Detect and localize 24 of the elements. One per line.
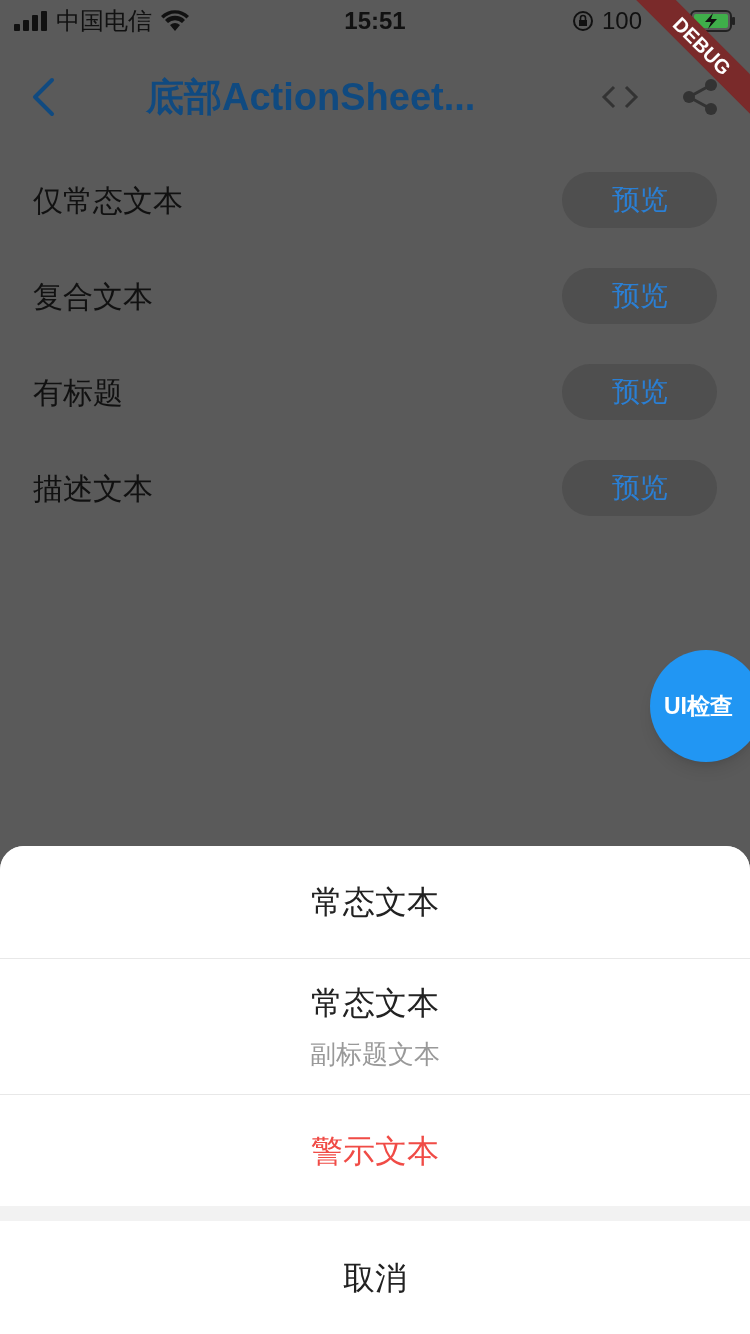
preview-button[interactable]: 预览 xyxy=(562,364,717,420)
action-title: 常态文本 xyxy=(311,984,439,1023)
action-item[interactable]: 常态文本 副标题文本 xyxy=(0,958,750,1094)
action-subtitle: 副标题文本 xyxy=(310,1038,440,1071)
action-item[interactable]: 常态文本 xyxy=(0,846,750,958)
signal-icon xyxy=(14,11,48,31)
rotation-lock-icon xyxy=(571,10,594,32)
page-title: 底部ActionSheet... xyxy=(146,74,476,120)
cancel-button[interactable]: 取消 xyxy=(0,1221,750,1334)
row-label: 有标题 xyxy=(33,374,124,411)
preview-button[interactable]: 预览 xyxy=(562,172,717,228)
preview-button[interactable]: 预览 xyxy=(562,268,717,324)
action-title: 警示文本 xyxy=(311,1131,439,1171)
action-title: 常态文本 xyxy=(311,883,439,922)
inspector-button[interactable]: UI检查 xyxy=(650,650,750,762)
action-item[interactable]: 警示文本 xyxy=(0,1094,750,1206)
status-time: 15:51 xyxy=(343,6,407,36)
carrier-name: 中国电信 xyxy=(56,6,152,36)
row-label: 仅常态文本 xyxy=(33,182,184,219)
row-label: 复合文本 xyxy=(33,278,154,315)
preview-button[interactable]: 预览 xyxy=(562,460,717,516)
battery-percent: 100 xyxy=(601,6,642,36)
wifi-icon xyxy=(160,10,190,32)
row-label: 描述文本 xyxy=(33,470,154,507)
